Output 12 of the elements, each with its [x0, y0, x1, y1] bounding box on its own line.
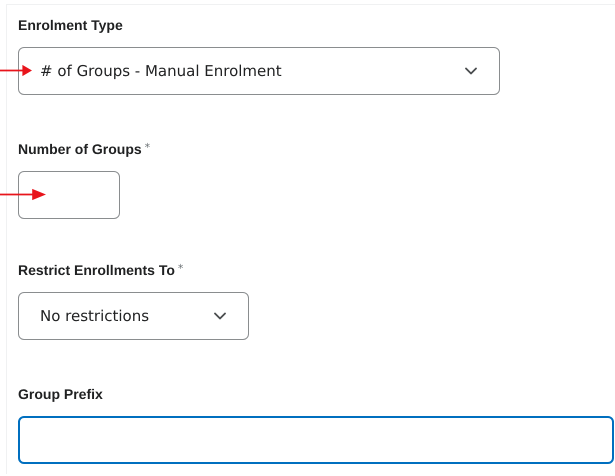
dropdown[interactable]: # of Groups - Manual Enrolment: [18, 47, 500, 95]
field-label: Enrolment Type: [18, 17, 123, 33]
chevron-down-icon: [465, 67, 477, 75]
required-mark: *: [178, 262, 184, 275]
field-label: Group Prefix: [18, 386, 103, 402]
field-label: Restrict Enrollments To: [18, 262, 175, 278]
chevron-down-icon: [214, 312, 226, 320]
field-label: Number of Groups: [18, 141, 142, 157]
required-mark: *: [144, 141, 150, 154]
dropdown[interactable]: No restrictions: [18, 292, 249, 340]
input-field[interactable]: [18, 416, 614, 464]
input-field[interactable]: [18, 171, 120, 219]
